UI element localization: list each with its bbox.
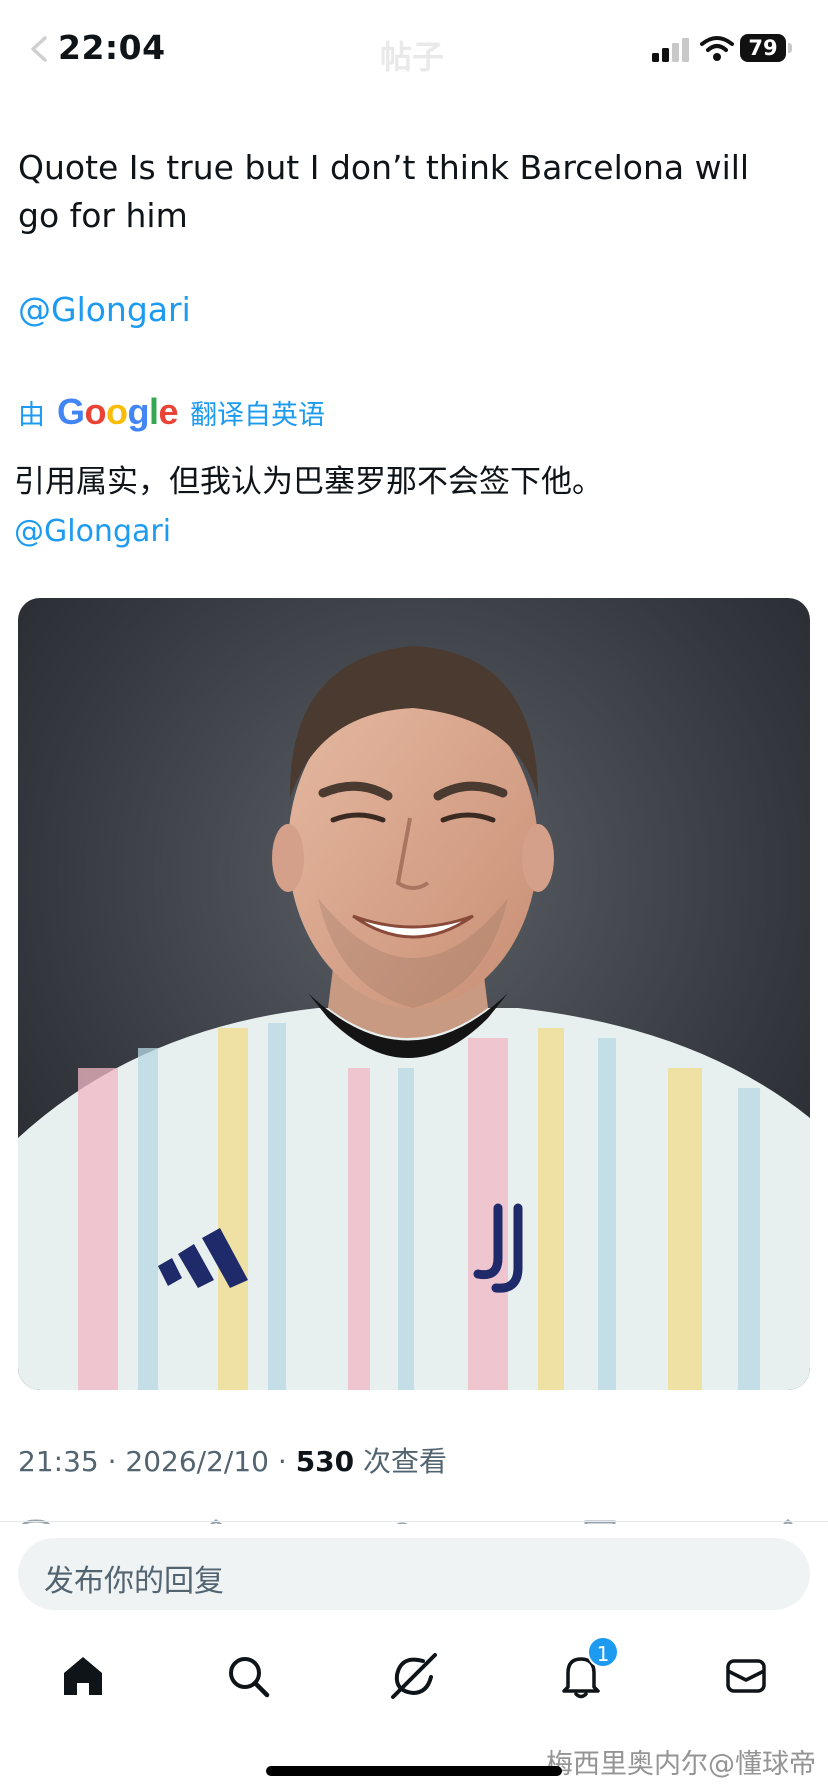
- mail-icon: [726, 1659, 766, 1693]
- reply-input[interactable]: 发布你的回复: [18, 1538, 810, 1610]
- nav-messages[interactable]: [720, 1650, 772, 1702]
- divider: [0, 1521, 828, 1522]
- battery-level: 79: [740, 34, 786, 62]
- tweet-photo[interactable]: [18, 598, 810, 1390]
- views-label: 次查看: [354, 1445, 448, 1478]
- meta-separator: ·: [268, 1445, 296, 1478]
- bottom-nav: 1: [0, 1636, 828, 1712]
- google-logo: Google: [57, 391, 179, 432]
- translation-attribution[interactable]: 由 Google 翻译自英语: [18, 388, 325, 436]
- tweet-meta: 21:35 · 2026/2/10 · 530 次查看: [18, 1440, 447, 1480]
- translation-source-label: 翻译自英语: [190, 399, 326, 431]
- tweet-mention-link[interactable]: @Glongari: [18, 290, 191, 329]
- translated-mention-link[interactable]: @Glongari: [14, 514, 171, 549]
- battery-icon: 79: [740, 34, 792, 62]
- view-count: 530: [295, 1445, 355, 1478]
- notification-badge: 1: [587, 1636, 619, 1668]
- faded-header-title: 帖子: [380, 38, 445, 76]
- nav-search[interactable]: [222, 1650, 274, 1702]
- translated-text: 引用属实，但我认为巴塞罗那不会签下他。: [14, 464, 603, 500]
- tweet-time: 21:35: [18, 1445, 99, 1478]
- watermark: 梅西里奥内尔@懂球帝: [546, 1749, 816, 1780]
- grok-icon: [391, 1653, 437, 1699]
- search-icon: [229, 1657, 270, 1698]
- back-chevron-icon[interactable]: [28, 36, 50, 62]
- reply-placeholder: 发布你的回复: [44, 1564, 224, 1599]
- cellular-signal-icon: [652, 38, 689, 62]
- meta-separator: ·: [98, 1445, 126, 1478]
- wifi-icon: [700, 36, 734, 61]
- nav-home[interactable]: [57, 1650, 109, 1702]
- home-indicator[interactable]: [266, 1766, 562, 1776]
- translated-by-label: 由: [18, 399, 45, 431]
- nav-notifications[interactable]: 1: [555, 1636, 619, 1702]
- nav-grok[interactable]: [388, 1650, 440, 1702]
- action-bar-peek: [0, 1514, 828, 1524]
- tweet-text: Quote Is true but I don’t think Barcelon…: [18, 148, 750, 235]
- status-time: 22:04: [58, 28, 166, 67]
- status-bar: 22:04 帖子 79: [0, 0, 828, 100]
- battery-tip: [788, 43, 792, 53]
- home-icon: [64, 1657, 102, 1695]
- tweet-date: 2026/2/10: [125, 1445, 269, 1478]
